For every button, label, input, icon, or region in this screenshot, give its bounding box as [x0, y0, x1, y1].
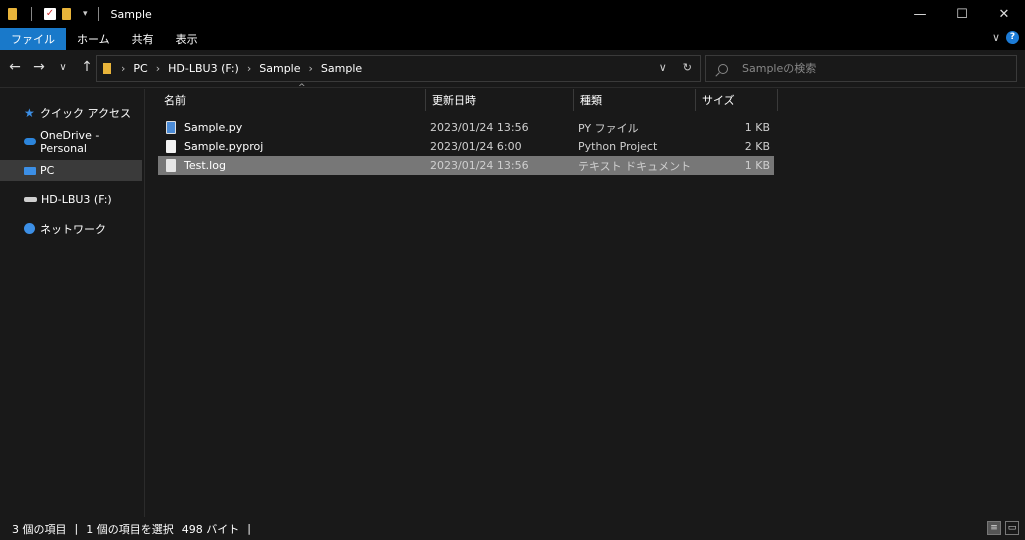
quick-access-toolbar: ✓ ▾ [0, 0, 105, 28]
sidebar-item-label: HD-LBU3 (F:) [41, 193, 112, 206]
tab-view[interactable]: 表示 [165, 28, 209, 50]
properties-icon[interactable]: ✓ [44, 8, 56, 20]
table-row[interactable]: Sample.py 2023/01/24 13:56 PY ファイル 1 KB [158, 118, 774, 137]
breadcrumb-drive[interactable]: HD-LBU3 (F:) [168, 62, 239, 75]
sidebar-item-drive[interactable]: HD-LBU3 (F:) [0, 189, 142, 210]
separator [31, 7, 32, 21]
file-type: PY ファイル [578, 121, 639, 135]
address-dropdown-icon[interactable]: ∨ [659, 61, 667, 74]
python-file-icon [166, 121, 176, 134]
window-controls: — ☐ ✕ [899, 0, 1025, 28]
details-view-button[interactable]: ≡ [987, 521, 1001, 535]
file-name: Sample.py [184, 121, 243, 134]
maximize-button[interactable]: ☐ [941, 0, 983, 28]
file-type: テキスト ドキュメント [578, 159, 692, 173]
navigation-bar: ← → ∨ ↑ › PC › HD-LBU3 (F:) › Sample › S… [0, 50, 1025, 88]
sidebar-item-pc[interactable]: PC [0, 160, 142, 181]
separator [97, 7, 99, 21]
cloud-icon [24, 138, 37, 145]
separator: | [247, 522, 251, 535]
forward-button[interactable]: → [32, 59, 46, 75]
column-header-size[interactable]: サイズ [696, 89, 778, 111]
file-size: 1 KB [744, 159, 770, 172]
minimize-button[interactable]: — [899, 0, 941, 28]
refresh-icon[interactable]: ↻ [683, 61, 692, 74]
sidebar-item-label: ネットワーク [40, 222, 106, 236]
tab-home[interactable]: ホーム [66, 28, 121, 50]
drive-icon [24, 197, 37, 202]
up-button[interactable]: ↑ [80, 59, 94, 75]
breadcrumb-sample-current[interactable]: Sample [321, 62, 362, 75]
file-name: Test.log [184, 159, 226, 172]
sidebar-item-label: PC [40, 164, 55, 177]
table-row[interactable]: Test.log 2023/01/24 13:56 テキスト ドキュメント 1 … [158, 156, 774, 175]
file-date: 2023/01/24 13:56 [430, 121, 529, 134]
table-row[interactable]: Sample.pyproj 2023/01/24 6:00 Python Pro… [158, 137, 774, 156]
file-date: 2023/01/24 13:56 [430, 159, 529, 172]
sidebar-item-onedrive[interactable]: OneDrive - Personal [0, 128, 142, 155]
navigation-pane: ★ クイック アクセス OneDrive - Personal PC HD-LB… [0, 89, 145, 517]
chevron-right-icon[interactable]: › [121, 62, 125, 75]
separator: | [74, 522, 79, 535]
breadcrumb-pc[interactable]: PC [133, 62, 147, 75]
sidebar-item-label: OneDrive - Personal [40, 128, 100, 155]
item-count: 3 個の項目 [12, 522, 67, 536]
search-input[interactable] [742, 62, 1002, 75]
folder-icon [8, 8, 17, 20]
customize-toolbar-icon[interactable]: ▾ [83, 9, 88, 19]
sidebar-item-quick-access[interactable]: ★ クイック アクセス [0, 102, 142, 123]
column-header-type[interactable]: 種類 [574, 89, 696, 111]
file-type: Python Project [578, 140, 658, 153]
help-icon[interactable]: ? [1006, 31, 1019, 44]
title-bar: ✓ ▾ Sample — ☐ ✕ [0, 0, 1025, 28]
new-folder-icon[interactable] [62, 8, 71, 20]
tab-file[interactable]: ファイル [0, 28, 66, 50]
expand-ribbon-icon[interactable]: ∨ [992, 31, 1000, 44]
breadcrumb-sample[interactable]: Sample [259, 62, 300, 75]
file-list: ^ 名前 更新日時 種類 サイズ Sample.py 2023/01/24 13… [146, 83, 1025, 517]
search-box[interactable] [705, 55, 1017, 82]
tab-share[interactable]: 共有 [121, 28, 165, 50]
window-title: Sample [110, 7, 152, 21]
column-header-date[interactable]: 更新日時 [426, 89, 574, 111]
column-header-name[interactable]: 名前 [158, 89, 426, 111]
file-name: Sample.pyproj [184, 140, 264, 153]
selection-size: 498 バイト [181, 522, 240, 536]
file-icon [166, 140, 176, 153]
sidebar-item-label: クイック アクセス [40, 106, 131, 120]
search-icon [718, 63, 728, 74]
chevron-right-icon[interactable]: › [156, 62, 160, 75]
network-icon [24, 223, 35, 234]
file-size: 2 KB [744, 140, 770, 153]
text-file-icon [166, 159, 176, 172]
large-icons-view-button[interactable]: ▭ [1005, 521, 1019, 535]
chevron-right-icon[interactable]: › [309, 62, 313, 75]
close-button[interactable]: ✕ [983, 0, 1025, 28]
chevron-right-icon[interactable]: › [247, 62, 251, 75]
status-bar: 3 個の項目 | 1 個の項目を選択 498 バイト | ≡ ▭ [0, 517, 1025, 540]
recent-locations-button[interactable]: ∨ [56, 62, 70, 73]
selection-count: 1 個の項目を選択 [86, 522, 174, 536]
folder-icon [103, 63, 111, 74]
file-date: 2023/01/24 6:00 [430, 140, 522, 153]
address-bar[interactable]: › PC › HD-LBU3 (F:) › Sample › Sample ∨ … [96, 55, 701, 82]
file-size: 1 KB [744, 121, 770, 134]
star-icon: ★ [24, 105, 35, 120]
back-button[interactable]: ← [8, 59, 22, 75]
ribbon-tabs: ファイル ホーム 共有 表示 ∨ ? [0, 28, 1025, 50]
column-headers: ^ 名前 更新日時 種類 サイズ [158, 83, 778, 111]
pc-icon [24, 166, 36, 175]
sidebar-item-network[interactable]: ネットワーク [0, 218, 142, 239]
